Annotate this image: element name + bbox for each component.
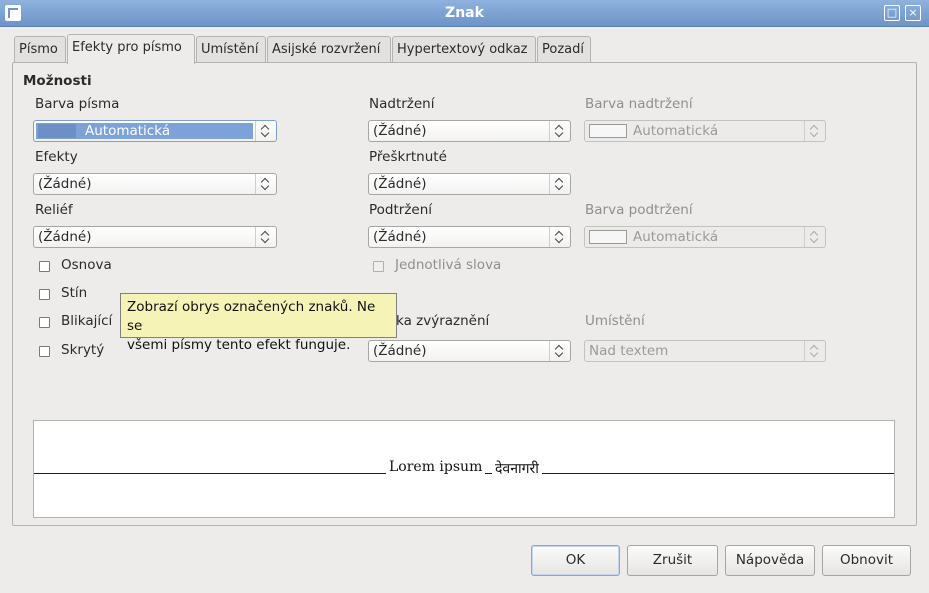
strikethrough-value: (Žádné) xyxy=(373,176,427,192)
dropdown-arrows-icon xyxy=(804,121,825,141)
hidden-checkbox[interactable] xyxy=(39,346,50,357)
individual-words-label: Jednotlivá slova xyxy=(395,257,502,273)
overline-select[interactable]: (Žádné) xyxy=(368,120,571,142)
dropdown-arrows-icon xyxy=(804,341,825,361)
window-title: Znak xyxy=(445,5,484,21)
tab-asian-layout[interactable]: Asijské rozvržení xyxy=(267,36,391,62)
maximize-icon[interactable]: □ xyxy=(884,5,900,21)
emphasis-select[interactable]: (Žádné) xyxy=(368,340,571,362)
color-swatch xyxy=(589,230,627,244)
underline-color-value: Automatická xyxy=(633,229,719,245)
close-icon[interactable]: × xyxy=(905,5,921,21)
position-select[interactable]: Nad textem xyxy=(584,340,826,362)
effects-label: Efekty xyxy=(35,149,78,165)
underline-select[interactable]: (Žádné) xyxy=(368,226,571,248)
effects-value: (Žádné) xyxy=(38,176,92,192)
strikethrough-label: Přeškrtnuté xyxy=(369,149,447,165)
tooltip: Zobrazí obrys označených znaků. Ne se vš… xyxy=(120,293,397,353)
dropdown-arrows-icon xyxy=(549,227,570,247)
dropdown-arrows-icon xyxy=(255,121,276,141)
dropdown-arrows-icon xyxy=(255,174,276,194)
blinking-label[interactable]: Blikající xyxy=(61,313,112,329)
tab-font[interactable]: Písmo xyxy=(14,36,66,62)
tab-hyperlink[interactable]: Hypertextový odkaz xyxy=(392,36,536,62)
individual-words-checkbox[interactable] xyxy=(373,261,384,272)
overline-color-value: Automatická xyxy=(633,123,719,139)
color-swatch xyxy=(38,124,76,138)
position-value: Nad textem xyxy=(589,343,669,359)
relief-label: Reliéf xyxy=(35,202,73,218)
overline-label: Nadtržení xyxy=(369,96,435,112)
dropdown-arrows-icon xyxy=(549,174,570,194)
tooltip-line-2: všemi písmy tento efekt funguje. xyxy=(127,337,351,353)
underline-label: Podtržení xyxy=(369,202,433,218)
tab-font-effects[interactable]: Efekty pro písmo xyxy=(67,34,195,64)
ok-button[interactable]: OK xyxy=(531,545,620,576)
shadow-label[interactable]: Stín xyxy=(61,285,87,301)
blinking-checkbox[interactable] xyxy=(39,317,50,328)
font-color-value: Automatická xyxy=(85,123,171,139)
preview-text-latin: Lorem ipsum xyxy=(386,459,486,475)
underline-value: (Žádné) xyxy=(373,229,427,245)
cancel-button[interactable]: Zrušit xyxy=(627,545,718,576)
overline-color-select[interactable]: Automatická xyxy=(584,120,826,142)
dropdown-arrows-icon xyxy=(255,227,276,247)
dropdown-arrows-icon xyxy=(549,121,570,141)
outline-checkbox[interactable] xyxy=(39,261,50,272)
tab-background[interactable]: Pozadí xyxy=(537,36,591,62)
relief-select[interactable]: (Žádné) xyxy=(33,226,277,248)
font-color-select[interactable]: Automatická xyxy=(33,120,277,142)
overline-color-label: Barva nadtržení xyxy=(585,96,693,112)
underline-color-label: Barva podtržení xyxy=(585,202,693,218)
help-button[interactable]: Nápověda xyxy=(725,545,815,576)
outline-label[interactable]: Osnova xyxy=(61,257,112,273)
effects-select[interactable]: (Žádné) xyxy=(33,173,277,195)
reset-button[interactable]: Obnovit xyxy=(822,545,911,576)
emphasis-label: ka zvýraznění xyxy=(396,313,490,329)
position-label: Umístění xyxy=(585,313,645,329)
dropdown-arrows-icon xyxy=(804,227,825,247)
font-color-label: Barva písma xyxy=(35,96,120,112)
relief-value: (Žádné) xyxy=(38,229,92,245)
dropdown-arrows-icon xyxy=(549,341,570,361)
options-section-title: Možnosti xyxy=(23,73,92,89)
title-bar: Znak □ × xyxy=(0,0,929,27)
tab-position[interactable]: Umístění xyxy=(196,36,266,62)
strikethrough-select[interactable]: (Žádné) xyxy=(368,173,571,195)
shadow-checkbox[interactable] xyxy=(39,289,50,300)
preview-box: Lorem ipsum देवनागरी xyxy=(33,420,895,518)
overline-value: (Žádné) xyxy=(373,123,427,139)
hidden-label[interactable]: Skrytý xyxy=(61,342,104,358)
color-swatch xyxy=(589,124,627,138)
preview-text-devanagari: देवनागरी xyxy=(492,459,542,478)
tooltip-line-1: Zobrazí obrys označených znaků. Ne se xyxy=(127,299,376,334)
underline-color-select[interactable]: Automatická xyxy=(584,226,826,248)
